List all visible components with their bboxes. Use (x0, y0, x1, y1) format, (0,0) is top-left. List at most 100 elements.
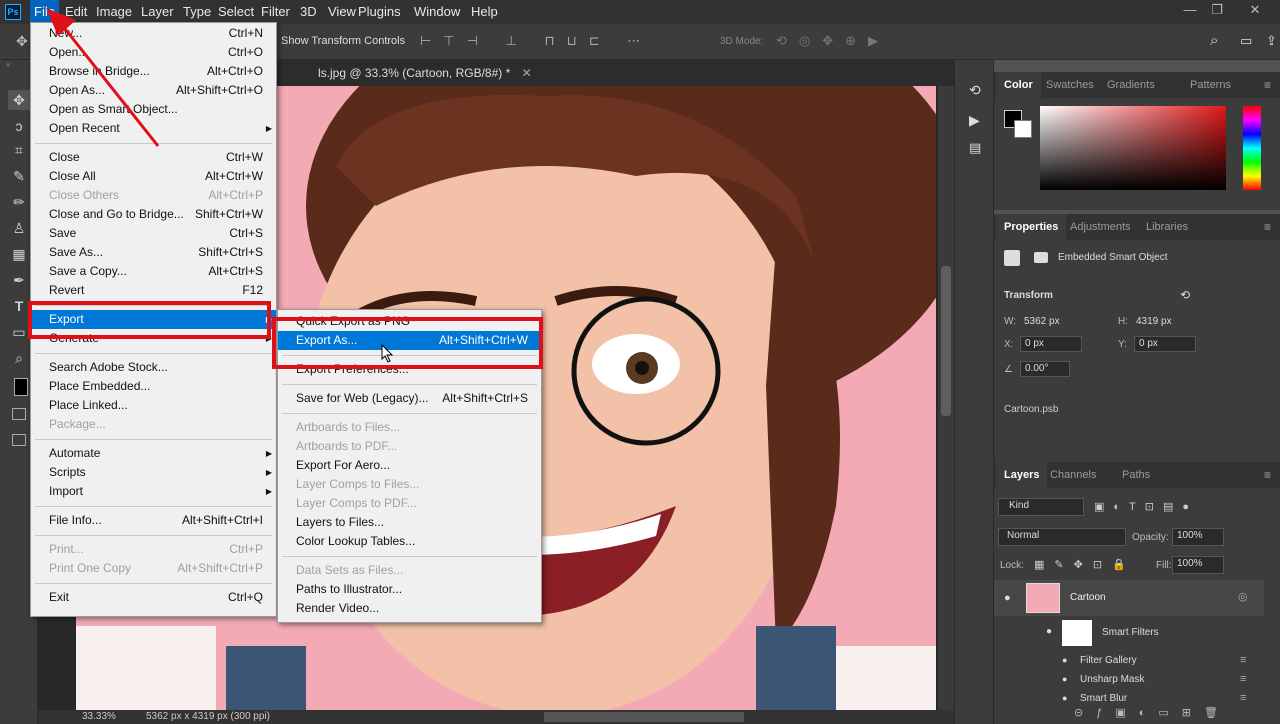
close-window-button[interactable]: ✕ (1240, 0, 1270, 22)
tab-channels[interactable]: Channels (1042, 462, 1104, 488)
restore-button[interactable]: ❐ (1202, 0, 1232, 22)
minimize-button[interactable]: — (1175, 0, 1205, 22)
menu-filter[interactable]: Filter (257, 0, 294, 24)
menu-item-layer-comps-to-files[interactable]: Layer Comps to Files... (278, 475, 541, 494)
menu-item-data-sets-as-files[interactable]: Data Sets as Files... (278, 561, 541, 580)
visibility-eye-icon[interactable]: ● (1062, 655, 1067, 665)
reset-transform-icon[interactable]: ⟲ (1180, 288, 1190, 302)
menu-item-save-for-web-legacy[interactable]: Save for Web (Legacy)... Alt+Shift+Ctrl+S (278, 389, 541, 408)
background-swatch[interactable] (1014, 120, 1032, 138)
menu-item-search-adobe-stock[interactable]: Search Adobe Stock... (31, 358, 276, 377)
tab-patterns[interactable]: Patterns (1182, 72, 1239, 98)
canvas-horizontal-scrollbar[interactable] (544, 712, 744, 722)
layer-name[interactable]: Cartoon (1070, 592, 1106, 603)
menu-item-close-others[interactable]: Close Others Alt+Ctrl+P (31, 186, 276, 205)
zoom-tool-icon[interactable]: ⌕ (8, 348, 30, 368)
show-transform-label[interactable]: Show Transform Controls (281, 35, 405, 47)
x-field[interactable]: 0 px (1020, 336, 1082, 352)
smart-filter-row[interactable]: ● Filter Gallery ≡ (994, 652, 1264, 671)
panel-menu-icon[interactable]: ≡ (1264, 468, 1271, 482)
move-tool-icon[interactable]: ✥ (8, 90, 30, 110)
tab-color[interactable]: Color (996, 72, 1041, 98)
width-value[interactable]: 5362 px (1024, 316, 1060, 327)
menu-help[interactable]: Help (467, 0, 502, 24)
opacity-field[interactable]: 100% (1172, 528, 1224, 546)
menu-item-close-and-go-to-bridge[interactable]: Close and Go to Bridge... Shift+Ctrl+W (31, 205, 276, 224)
height-value[interactable]: 4319 px (1136, 316, 1172, 327)
menu-item-import[interactable]: Import ▶ (31, 482, 276, 501)
menu-item-file-info[interactable]: File Info... Alt+Shift+Ctrl+I (31, 511, 276, 530)
lasso-tool-icon[interactable]: ↄ (8, 116, 30, 136)
menu-item-save-a-copy[interactable]: Save a Copy... Alt+Ctrl+S (31, 262, 276, 281)
fill-field[interactable]: 100% (1172, 556, 1224, 574)
actions-play-icon[interactable]: ▶ (969, 112, 980, 129)
menu-window[interactable]: Window (410, 0, 464, 24)
lock-icons[interactable]: ▦✎✥⊡🔒 (1034, 558, 1136, 571)
menu-item-layer-comps-to-pdf[interactable]: Layer Comps to PDF... (278, 494, 541, 513)
menu-item-print-one-copy[interactable]: Print One Copy Alt+Shift+Ctrl+P (31, 559, 276, 578)
stamp-tool-icon[interactable]: ♙ (8, 218, 30, 238)
menu-item-layers-to-files[interactable]: Layers to Files... (278, 513, 541, 532)
menu-item-render-video[interactable]: Render Video... (278, 599, 541, 618)
filter-options-icon[interactable]: ≡ (1240, 673, 1246, 685)
layer-filter-select[interactable]: Kind (998, 498, 1084, 516)
comments-icon[interactable]: ▤ (969, 140, 981, 156)
foreground-color-swatch[interactable] (14, 378, 28, 396)
workspace-icon[interactable]: ▭ (1240, 33, 1252, 49)
smart-filter-row[interactable]: ● Unsharp Mask ≡ (994, 671, 1264, 690)
layer-action-icons[interactable]: ⊝ƒ▣◐▭⊞🗑 (1074, 706, 1231, 719)
type-tool-icon[interactable]: T (8, 296, 30, 316)
menu-item-package[interactable]: Package... (31, 415, 276, 434)
shape-tool-icon[interactable]: ▭ (8, 322, 30, 342)
crop-tool-icon[interactable]: ⌗ (8, 140, 30, 160)
history-icon[interactable]: ⟲ (969, 82, 981, 99)
menu-item-color-lookup-tables[interactable]: Color Lookup Tables... (278, 532, 541, 551)
tab-gradients[interactable]: Gradients (1099, 72, 1163, 98)
filter-options-icon[interactable]: ≡ (1240, 692, 1246, 704)
eyedropper-tool-icon[interactable]: ✎ (8, 166, 30, 186)
menu-plugins[interactable]: Plugins (354, 0, 405, 24)
hue-slider[interactable] (1243, 106, 1261, 190)
menu-item-artboards-to-files[interactable]: Artboards to Files... (278, 418, 541, 437)
screen-mode-icon[interactable] (12, 434, 26, 446)
tab-libraries[interactable]: Libraries (1138, 214, 1196, 240)
menu-item-exit[interactable]: Exit Ctrl+Q (31, 588, 276, 607)
color-field[interactable] (1040, 106, 1226, 190)
zoom-level[interactable]: 33.33% (82, 711, 116, 722)
smart-filters-row[interactable]: ● Smart Filters (994, 618, 1264, 648)
align-icons[interactable]: ⊢⊤⊣ ⊥ ⊓⊔⊏ ⋯ (420, 33, 652, 49)
menu-3d[interactable]: 3D (296, 0, 321, 24)
visibility-eye-icon[interactable]: ● (1062, 693, 1067, 703)
menu-item-scripts[interactable]: Scripts ▶ (31, 463, 276, 482)
menu-type[interactable]: Type (179, 0, 215, 24)
menu-item-close-all[interactable]: Close All Alt+Ctrl+W (31, 167, 276, 186)
tab-paths[interactable]: Paths (1114, 462, 1158, 488)
3d-tool-icons[interactable]: ⟲◎✥⊕▶ (776, 33, 890, 49)
quick-mask-icon[interactable] (12, 408, 26, 420)
panel-menu-icon[interactable]: ≡ (1264, 220, 1271, 234)
search-icon[interactable]: ⌕ (1210, 32, 1218, 49)
panel-menu-icon[interactable]: ≡ (1264, 78, 1271, 92)
document-tab[interactable]: ls.jpg @ 33.3% (Cartoon, RGB/8#) * ✕ (318, 66, 532, 80)
blend-mode-select[interactable]: Normal (998, 528, 1126, 546)
pen-tool-icon[interactable]: ✒ (8, 270, 30, 290)
smart-filter-indicator-icon[interactable]: ◎ (1238, 590, 1248, 603)
menu-item-artboards-to-pdf[interactable]: Artboards to PDF... (278, 437, 541, 456)
move-tool-preset-icon[interactable]: ✥ (16, 33, 28, 50)
menu-item-revert[interactable]: Revert F12 (31, 281, 276, 300)
canvas-vertical-scrollbar[interactable] (938, 86, 954, 710)
y-field[interactable]: 0 px (1134, 336, 1196, 352)
menu-item-place-linked[interactable]: Place Linked... (31, 396, 276, 415)
brush-tool-icon[interactable]: ✏ (8, 192, 30, 212)
filter-options-icon[interactable]: ≡ (1240, 654, 1246, 666)
menu-item-print[interactable]: Print... Ctrl+P (31, 540, 276, 559)
menu-item-automate[interactable]: Automate ▶ (31, 444, 276, 463)
layer-row-cartoon[interactable]: ● Cartoon ◎ (994, 580, 1264, 616)
menu-item-place-embedded[interactable]: Place Embedded... (31, 377, 276, 396)
angle-field[interactable]: 0.00° (1020, 361, 1070, 377)
scrollbar-thumb[interactable] (941, 266, 951, 416)
close-tab-icon[interactable]: ✕ (522, 66, 532, 80)
tab-swatches[interactable]: Swatches (1038, 72, 1102, 98)
visibility-eye-icon[interactable]: ● (1062, 674, 1067, 684)
collapse-icon[interactable]: « (6, 60, 10, 69)
